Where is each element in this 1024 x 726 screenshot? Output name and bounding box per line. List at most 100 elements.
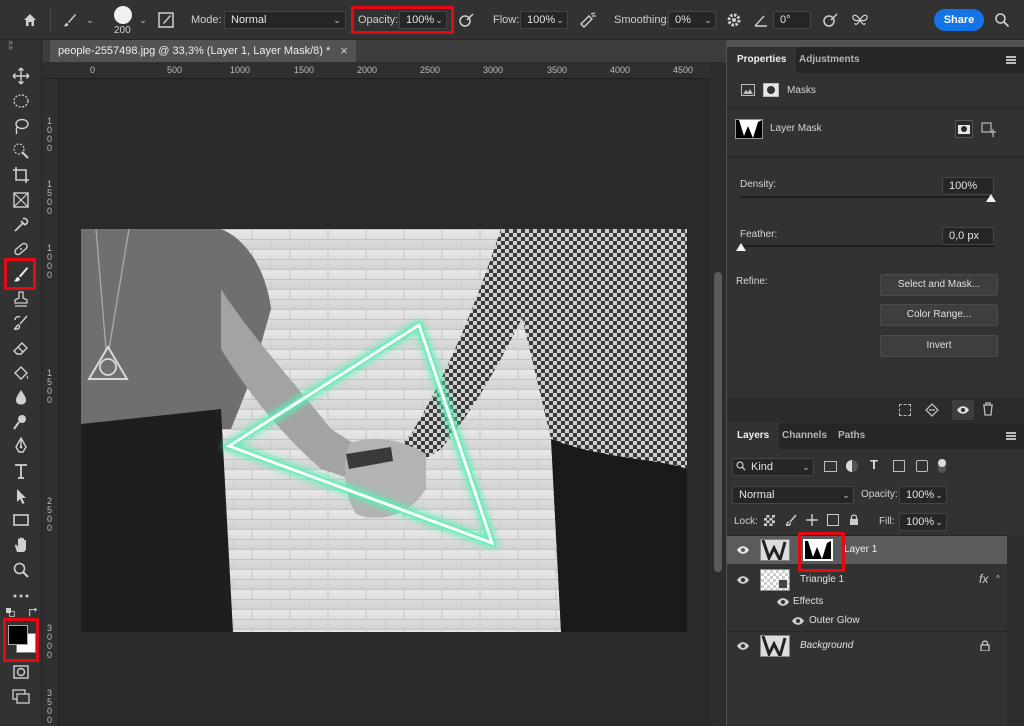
airbrush-icon[interactable]	[578, 11, 598, 29]
visibility-eye-icon[interactable]	[776, 597, 790, 607]
layer-row-layer-1[interactable]: Layer 1	[727, 536, 1007, 565]
filter-shape-icon[interactable]	[893, 460, 905, 472]
brush-settings-icon[interactable]	[156, 11, 176, 29]
layer-thumbnail[interactable]	[760, 635, 790, 661]
panel-menu-icon[interactable]	[1006, 56, 1016, 64]
select-and-mask-button[interactable]: Select and Mask...	[880, 274, 998, 296]
filter-adjustment-icon[interactable]	[846, 460, 858, 472]
lasso-tool-icon[interactable]	[9, 115, 33, 137]
feather-slider-handle[interactable]	[736, 243, 746, 251]
tab-properties[interactable]: Properties	[727, 47, 797, 73]
outer-glow-row[interactable]: Outer Glow	[727, 611, 1007, 631]
type-tool-icon[interactable]	[9, 460, 33, 482]
default-colors-icon[interactable]	[5, 607, 17, 619]
chevron-down-icon[interactable]: ⌄	[553, 11, 567, 29]
expand-effects-icon[interactable]: ^	[996, 574, 1000, 583]
frame-tool-icon[interactable]	[9, 189, 33, 211]
quick-selection-tool-icon[interactable]	[9, 140, 33, 162]
layer-row-triangle-1[interactable]: Triangle 1 fx ^	[727, 566, 1007, 594]
scrollbar-thumb[interactable]	[714, 272, 722, 572]
history-brush-tool-icon[interactable]	[9, 312, 33, 334]
symmetry-butterfly-icon[interactable]	[849, 11, 871, 29]
home-icon[interactable]	[20, 11, 40, 29]
path-selection-tool-icon[interactable]	[9, 485, 33, 507]
crop-tool-icon[interactable]	[9, 164, 33, 186]
chevron-down-icon[interactable]: ⌄	[932, 486, 946, 504]
collapse-chevrons-icon[interactable]: »	[8, 42, 13, 52]
layer-name[interactable]: Layer 1	[844, 544, 877, 555]
pixel-mask-icon[interactable]	[741, 84, 755, 96]
chevron-down-icon[interactable]: ⌄	[83, 11, 97, 29]
document-tab[interactable]: people-2557498.jpg @ 33,3% (Layer 1, Lay…	[50, 40, 356, 62]
density-input[interactable]: 100%	[942, 177, 994, 195]
pressure-size-icon[interactable]	[820, 11, 840, 29]
lock-icon[interactable]	[980, 640, 990, 652]
layers-scrollbar[interactable]	[1007, 536, 1024, 726]
pressure-opacity-icon[interactable]	[456, 11, 476, 29]
gear-icon[interactable]	[724, 11, 744, 29]
blur-tool-icon[interactable]	[9, 386, 33, 408]
density-slider[interactable]	[740, 196, 994, 198]
brush-tool-icon[interactable]	[9, 263, 33, 285]
filter-pixel-icon[interactable]	[824, 461, 837, 472]
layer-name[interactable]: Background	[800, 640, 853, 651]
panel-menu-icon[interactable]	[1006, 432, 1016, 440]
layer-thumbnail[interactable]	[760, 539, 790, 565]
vertical-scrollbar[interactable]	[710, 62, 726, 726]
eyedropper-tool-icon[interactable]	[9, 214, 33, 236]
blend-mode-select[interactable]: Normal	[732, 486, 854, 504]
eraser-tool-icon[interactable]	[9, 337, 33, 359]
close-icon[interactable]: ×	[340, 40, 348, 62]
load-selection-icon[interactable]	[899, 404, 911, 416]
effects-row[interactable]: Effects	[727, 592, 1007, 612]
toggle-mask-eye-icon[interactable]	[952, 400, 974, 420]
zoom-tool-icon[interactable]	[9, 559, 33, 581]
chevron-down-icon[interactable]: ⌄	[701, 11, 715, 29]
mode-select[interactable]: Normal	[224, 11, 346, 29]
clone-stamp-tool-icon[interactable]	[9, 288, 33, 310]
select-pixel-mask-icon[interactable]	[955, 120, 973, 138]
quick-mask-icon[interactable]	[9, 661, 33, 683]
rectangle-tool-icon[interactable]	[9, 509, 33, 531]
lock-transparency-icon[interactable]	[764, 515, 775, 526]
chevron-down-icon[interactable]: ⌄	[839, 486, 853, 504]
layer-effects-fx-icon[interactable]: fx	[979, 572, 988, 586]
invert-button[interactable]: Invert	[880, 335, 998, 357]
visibility-eye-icon[interactable]	[736, 641, 750, 651]
chevron-down-icon[interactable]: ⌄	[432, 11, 446, 29]
visibility-eye-icon[interactable]	[736, 575, 750, 585]
move-tool-icon[interactable]	[9, 65, 33, 87]
chevron-down-icon[interactable]: ⌄	[932, 513, 946, 531]
layer-thumbnail[interactable]	[760, 569, 790, 591]
more-tools-icon[interactable]	[9, 585, 33, 607]
healing-brush-tool-icon[interactable]	[9, 238, 33, 260]
canvas-image[interactable]	[59, 79, 710, 726]
tab-paths[interactable]: Paths	[828, 423, 875, 449]
chevron-down-icon[interactable]: ⌄	[136, 11, 150, 29]
lock-artboard-icon[interactable]	[827, 514, 839, 526]
pen-tool-icon[interactable]	[9, 435, 33, 457]
marquee-tool-icon[interactable]	[9, 90, 33, 112]
visibility-eye-icon[interactable]	[736, 545, 750, 555]
document-canvas[interactable]	[59, 79, 710, 726]
brush-preset-icon[interactable]	[60, 11, 80, 29]
foreground-color-swatch[interactable]	[8, 625, 28, 645]
chevron-down-icon[interactable]: ⌄	[330, 11, 344, 29]
feather-input[interactable]: 0,0 px	[942, 227, 994, 245]
filter-toggle[interactable]	[938, 459, 946, 473]
feather-slider[interactable]	[740, 245, 994, 247]
filter-smart-object-icon[interactable]	[916, 460, 928, 472]
layer-mask-type-icon[interactable]	[763, 83, 779, 97]
layer-mask-thumbnail[interactable]	[735, 119, 763, 139]
layer-row-background[interactable]: Background	[727, 632, 1007, 661]
density-slider-handle[interactable]	[986, 194, 996, 202]
screen-mode-icon[interactable]	[9, 685, 33, 707]
search-icon[interactable]	[992, 11, 1012, 29]
add-vector-mask-icon[interactable]	[981, 122, 997, 138]
lock-all-icon[interactable]	[848, 514, 860, 526]
tab-adjustments[interactable]: Adjustments	[789, 47, 870, 73]
lock-pixels-brush-icon[interactable]	[785, 514, 797, 527]
layer-mask-thumbnail[interactable]	[803, 539, 833, 561]
apply-mask-icon[interactable]	[925, 403, 939, 417]
chevron-down-icon[interactable]: ⌄	[799, 458, 813, 476]
